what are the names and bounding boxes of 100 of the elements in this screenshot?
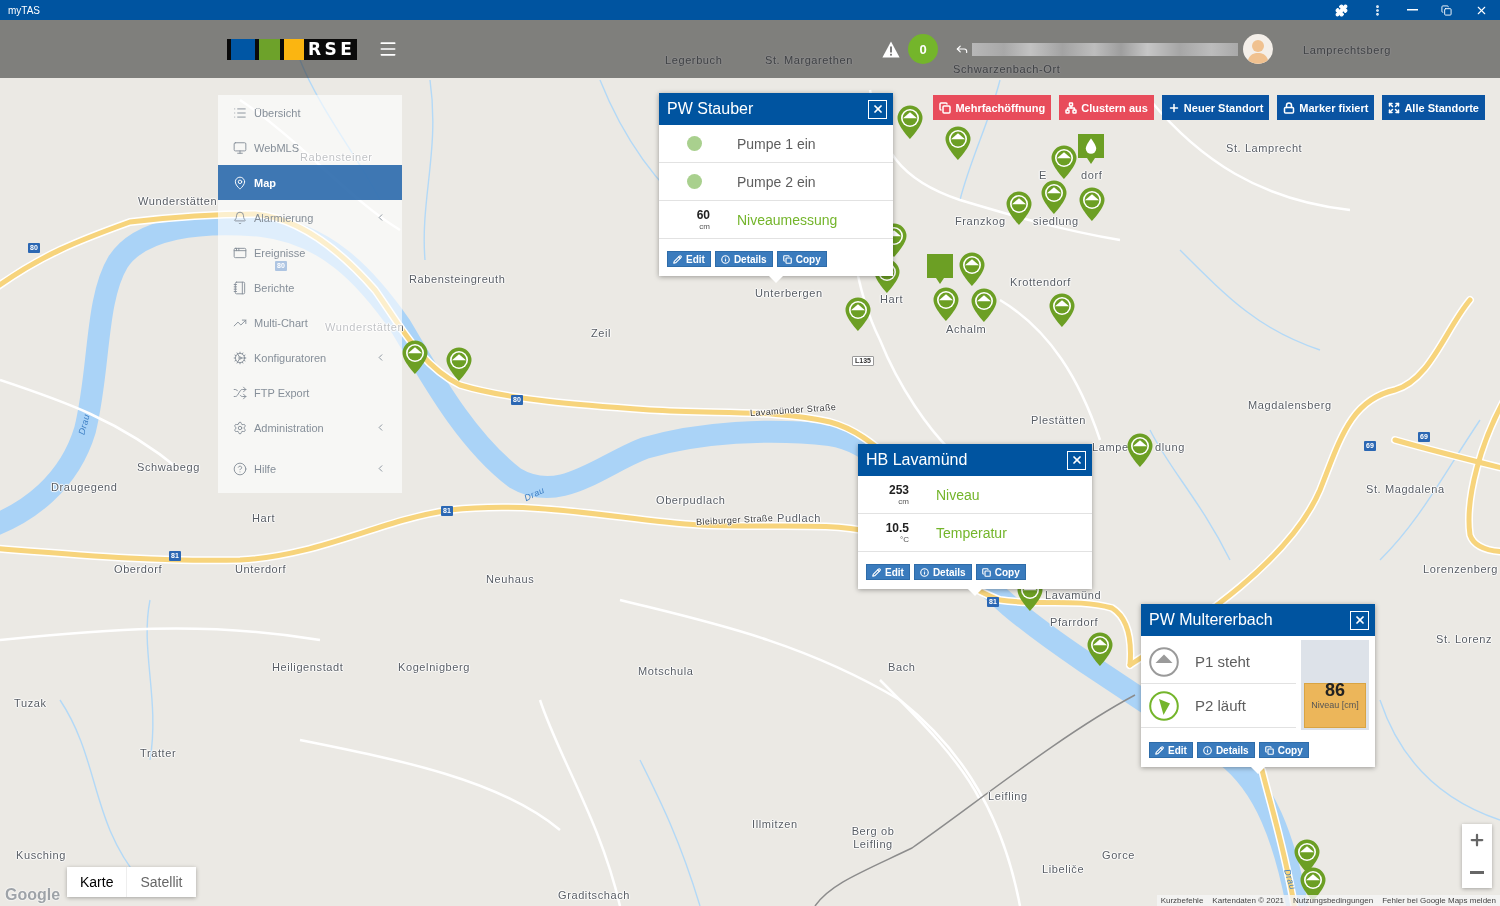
place-label: Achalm [946, 323, 987, 336]
sidebar-item[interactable]: Berichte [233, 280, 295, 295]
map-pin-icon[interactable] [1051, 145, 1077, 179]
reply-icon[interactable] [955, 42, 969, 56]
pump-label: P2 läuft [1195, 697, 1246, 714]
place-label: Schwabegg [137, 461, 200, 474]
attribution-link[interactable]: Kurzbefehle [1160, 896, 1204, 905]
sidebar-item[interactable]: Multi-Chart [233, 315, 308, 330]
water-drop-marker-icon[interactable] [1078, 134, 1104, 164]
details-button[interactable]: Details [714, 251, 773, 267]
copy-button[interactable]: Copy [776, 251, 827, 267]
sidebar-item[interactable]: Übersicht [233, 105, 301, 120]
place-label: dorf [1081, 169, 1103, 182]
map-pin-icon[interactable] [897, 105, 923, 139]
map-pin-icon[interactable] [1049, 293, 1075, 327]
map-pin-icon[interactable] [1006, 191, 1032, 225]
place-label: Bach [888, 661, 916, 674]
toolbar-button[interactable]: Alle Standorte [1382, 95, 1485, 120]
place-label: Unterdorf [235, 563, 287, 576]
attribution-link[interactable]: Fehler bei Google Maps melden [1382, 896, 1496, 905]
minimize-icon[interactable] [1407, 9, 1418, 11]
toolbar-button[interactable]: Neuer Standort [1161, 95, 1270, 120]
map-pin-icon[interactable] [845, 297, 871, 331]
map-pin-icon[interactable] [446, 347, 472, 381]
copy-icon [981, 567, 991, 577]
sidebar-item[interactable]: Ereignisse [233, 245, 306, 260]
puzzle-icon[interactable] [1335, 3, 1348, 17]
zoom-out-button[interactable] [1462, 856, 1492, 888]
place-label: Zeil [591, 327, 612, 340]
place-label: Hart [252, 512, 276, 525]
toolbar-button[interactable]: Mehrfachöffnung [933, 95, 1052, 120]
toolbar-button[interactable]: Marker fixiert [1277, 95, 1375, 120]
details-button[interactable]: Details [913, 564, 972, 580]
place-label: Illmitzen [752, 818, 798, 831]
place-label: dlung [1155, 441, 1185, 454]
place-label: E [1039, 169, 1047, 182]
map-pin-icon[interactable] [945, 126, 971, 160]
sidebar-item[interactable]: Konfiguratoren [233, 350, 386, 365]
gauge-value: 86 [1325, 680, 1345, 700]
toolbar-button[interactable]: Clustern aus [1059, 95, 1154, 120]
warning-icon[interactable] [882, 40, 900, 58]
details-button[interactable]: Details [1196, 742, 1255, 758]
avatar-icon[interactable] [1243, 34, 1273, 64]
zoom-in-button[interactable] [1462, 824, 1492, 856]
map-type-button[interactable]: Karte [67, 867, 128, 897]
map-pin-icon[interactable] [1087, 632, 1113, 666]
brand-logo[interactable]: RSE [227, 38, 358, 60]
gauge-label: Niveau [cm] [1311, 700, 1359, 711]
map-pin-icon[interactable] [971, 288, 997, 322]
attribution-link[interactable]: Nutzungsbedingungen [1293, 896, 1374, 905]
map-pin-icon[interactable] [959, 252, 985, 286]
sidebar-item[interactable]: Map [218, 165, 402, 200]
expand-icon [1388, 101, 1401, 114]
map-pin-icon[interactable] [1079, 187, 1105, 221]
map-pin-icon[interactable] [402, 340, 428, 374]
close-button[interactable] [1350, 610, 1369, 630]
sidebar-item[interactable]: Administration [233, 420, 386, 435]
edit-button[interactable]: Edit [1149, 742, 1193, 758]
logo-stripes-icon [231, 38, 304, 60]
place-label: St. Margarethen [765, 54, 853, 67]
map-pin-icon[interactable] [1041, 180, 1067, 214]
pencil-icon [673, 254, 682, 264]
popup-title: PW Stauber [667, 100, 754, 118]
close-button[interactable] [1067, 450, 1086, 470]
close-button[interactable] [868, 99, 887, 119]
place-label: Draugegend [51, 481, 118, 494]
place-label: Kogelnigberg [398, 661, 471, 674]
edit-button[interactable]: Edit [667, 251, 711, 267]
edit-button[interactable]: Edit [866, 564, 910, 580]
place-label: St. Magdalena [1366, 483, 1445, 496]
place-label: Oberdorf [114, 563, 163, 576]
copy-button[interactable]: Copy [975, 564, 1026, 580]
plus-icon [1167, 101, 1180, 114]
help-icon [233, 461, 247, 476]
place-label: Lavamünd [1045, 589, 1102, 602]
copy-icon [1264, 745, 1274, 755]
settings-icon [233, 420, 247, 435]
sidebar-item[interactable]: Hilfe [233, 461, 386, 476]
measure-unit: cm [898, 497, 909, 506]
sidebar-item[interactable]: WebMLS [233, 140, 300, 155]
restore-icon[interactable] [1441, 4, 1452, 16]
bell-icon [233, 210, 247, 225]
map-marker-icon[interactable] [927, 254, 953, 284]
map-type-button[interactable]: Satellit [127, 867, 196, 897]
map-pin-icon[interactable] [933, 287, 959, 321]
notebook-icon [233, 280, 247, 295]
place-label: Franzkog [955, 215, 1006, 228]
place-label: St. Lorenz [1436, 633, 1493, 646]
place-label: siedlung [1033, 215, 1079, 228]
measure-value: 60 [696, 208, 710, 222]
street-label: Lavamünder Straße [749, 402, 837, 419]
attribution-link[interactable]: Kartendaten © 2021 [1212, 896, 1285, 905]
sidebar-item[interactable]: Alarmierung [233, 210, 386, 225]
gear-icon [233, 350, 247, 365]
measure-label: Niveaumessung [737, 211, 838, 228]
map-pin-icon[interactable] [1127, 433, 1153, 467]
sidebar-item[interactable]: FTP Export [233, 385, 310, 400]
status-label: Pumpe 2 ein [737, 173, 816, 190]
copy-button[interactable]: Copy [1258, 742, 1309, 758]
info-icon [1202, 745, 1212, 755]
